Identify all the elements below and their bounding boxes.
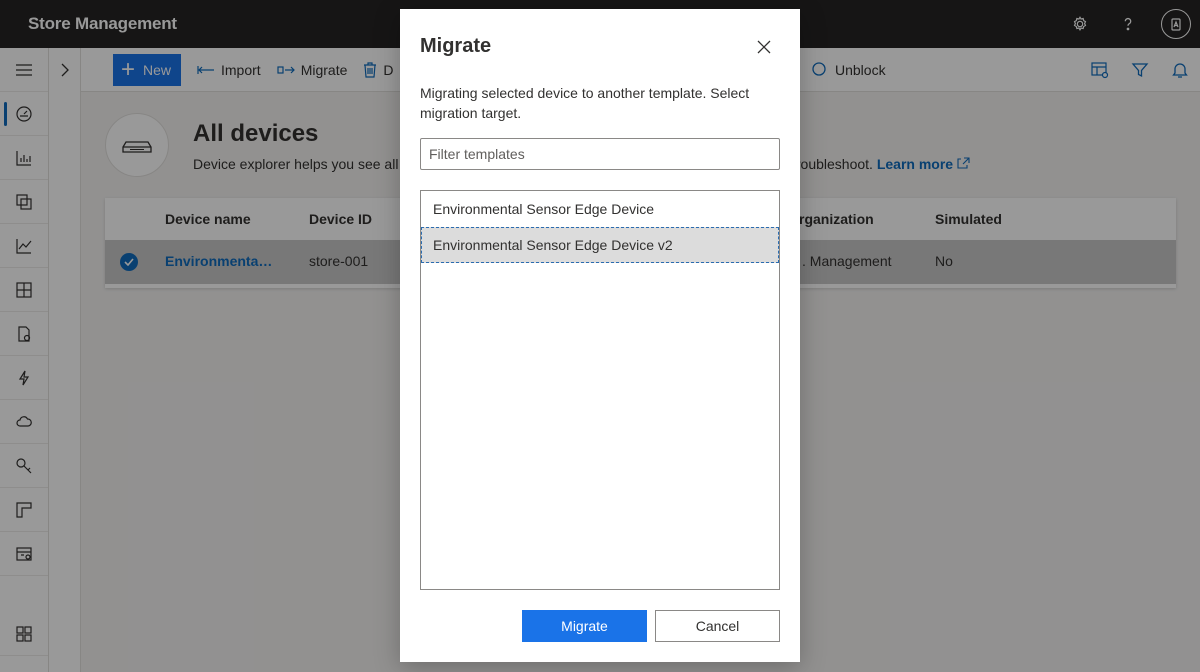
list-item-selected[interactable]: Environmental Sensor Edge Device v2 — [421, 227, 779, 263]
cancel-button[interactable]: Cancel — [655, 610, 780, 642]
migrate-button[interactable]: Migrate — [522, 610, 647, 642]
close-icon[interactable] — [750, 33, 778, 61]
dialog-title: Migrate — [420, 35, 492, 57]
dialog-description: Migrating selected device to another tem… — [420, 85, 750, 121]
list-item[interactable]: Environmental Sensor Edge Device — [421, 191, 779, 227]
template-listbox[interactable]: Environmental Sensor Edge Device Environ… — [420, 190, 780, 590]
filter-templates-input[interactable] — [420, 138, 780, 170]
migrate-dialog: Migrate Migrating selected device to ano… — [400, 9, 800, 662]
